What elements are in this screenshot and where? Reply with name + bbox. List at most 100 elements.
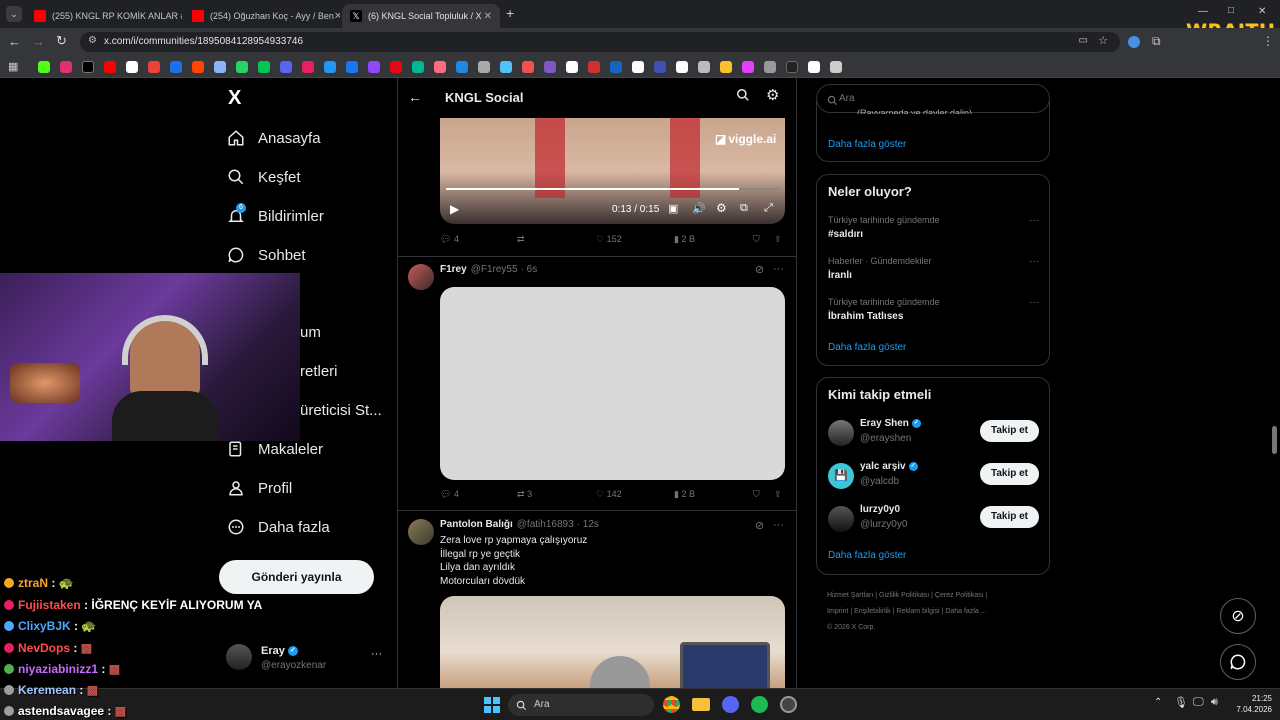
bookmark-icon[interactable] <box>412 61 424 73</box>
bookmark-icon[interactable] <box>368 61 380 73</box>
footer-link[interactable]: Reklam bilgisi <box>896 608 939 615</box>
bookmark-icon[interactable] <box>808 61 820 73</box>
extension-icon[interactable] <box>1128 36 1140 48</box>
show-more-link[interactable]: Daha fazla göster <box>828 139 906 150</box>
discord-icon[interactable] <box>722 696 739 713</box>
show-more-link[interactable]: Daha fazla göster <box>828 550 906 561</box>
bookmark-icon[interactable] <box>214 61 226 73</box>
apps-grid-icon[interactable]: ▦ <box>8 60 18 73</box>
install-icon[interactable]: ▭ <box>1079 35 1088 46</box>
close-icon[interactable]: ✕ <box>334 11 340 22</box>
share-icon[interactable]: ⇪ <box>774 234 782 245</box>
more-dots-icon[interactable]: ··· <box>773 263 784 275</box>
steam-icon[interactable] <box>780 696 797 713</box>
author-name[interactable]: F1rey <box>440 264 467 275</box>
tab-search-button[interactable]: ⌄ <box>6 6 22 22</box>
bookmark-icon[interactable] <box>390 61 402 73</box>
bookmark-icon[interactable] <box>566 61 578 73</box>
network-icon[interactable]: 🖵︎ <box>1193 696 1204 709</box>
reload-icon[interactable]: ↻ <box>56 33 67 49</box>
play-icon[interactable]: ▶ <box>450 202 459 216</box>
grok-icon[interactable]: ⊘ <box>755 519 764 532</box>
bookmark-icon[interactable] <box>764 61 776 73</box>
spotify-icon[interactable] <box>751 696 768 713</box>
nav-creator-studio-partial[interactable]: üreticisi St... <box>300 402 382 419</box>
nav-articles[interactable]: Makaleler <box>226 439 323 459</box>
grok-icon[interactable]: ⊘ <box>755 263 764 276</box>
like-button[interactable]: ♡ 142 <box>596 489 622 500</box>
chrome-icon[interactable] <box>663 696 680 713</box>
windows-start-icon[interactable] <box>484 697 500 713</box>
bookmark-icon[interactable] <box>82 61 94 73</box>
views-button[interactable]: ▮ 2 B <box>674 489 695 500</box>
post-image[interactable] <box>440 596 785 688</box>
x-logo[interactable]: X <box>228 87 241 110</box>
forward-arrow-icon[interactable]: → <box>32 34 45 49</box>
search-icon[interactable] <box>736 88 750 107</box>
folder-icon[interactable] <box>692 698 710 711</box>
window-minimize-button[interactable]: — <box>1198 6 1208 17</box>
bookmark-icon[interactable] <box>346 61 358 73</box>
account-switcher[interactable]: Eray ✓ @erayozkenar ··· <box>226 642 386 676</box>
bookmark-icon[interactable] <box>148 61 160 73</box>
follow-suggestion[interactable]: lurzy0y0 @lurzy0y0 Takip et <box>828 504 1043 536</box>
volume-icon[interactable]: 🔊︎ <box>1211 696 1218 709</box>
puzzle-icon[interactable]: ⧉ <box>1152 34 1161 49</box>
more-dots-icon[interactable]: ··· <box>1029 256 1039 267</box>
pip-icon[interactable]: ⧉ <box>740 202 748 215</box>
post-media-placeholder[interactable] <box>440 287 785 480</box>
clock[interactable]: 21:25 7.04.2026 <box>1232 693 1272 715</box>
window-maximize-button[interactable]: □ <box>1228 5 1234 16</box>
post-button[interactable]: Gönderi yayınla <box>219 560 374 594</box>
volume-icon[interactable]: 🔊 <box>692 202 706 215</box>
nav-communities-partial[interactable]: um <box>300 324 321 341</box>
nav-explore[interactable]: Keşfet <box>226 167 301 187</box>
footer-link[interactable]: Erişilebilirlik <box>854 608 891 615</box>
bookmark-icon[interactable] <box>38 61 50 73</box>
follow-suggestion[interactable]: 💾 yalc arşiv ✓ @yalcdb Takip et <box>828 461 1043 493</box>
video-player[interactable]: ◪ viggle.ai ▶ 0:13 / 0:15 ▣ 🔊 ⚙ ⧉ ⤢ <box>440 118 785 224</box>
bookmark-icon[interactable] <box>544 61 556 73</box>
bookmark-icon[interactable] <box>434 61 446 73</box>
menu-dots-icon[interactable]: ⋮ <box>1262 34 1274 48</box>
bookmark-icon[interactable] <box>170 61 182 73</box>
close-icon[interactable]: ✕ <box>484 11 492 22</box>
footer-link[interactable]: Çerez Politikası <box>935 592 984 599</box>
fullscreen-icon[interactable]: ⤢ <box>764 202 773 215</box>
bookmark-icon[interactable] <box>654 61 666 73</box>
bookmark-icon[interactable] <box>302 61 314 73</box>
share-icon[interactable]: ⇪ <box>774 489 782 500</box>
show-more-link[interactable]: Daha fazla göster <box>828 342 906 353</box>
bookmark-icon[interactable] <box>588 61 600 73</box>
follow-button[interactable]: Takip et <box>980 420 1039 442</box>
follow-button[interactable]: Takip et <box>980 506 1039 528</box>
tab-youtube-1[interactable]: (255) KNGL RP KOMİK ANLAR # ✕ <box>26 4 182 28</box>
footer-link[interactable]: Hizmet Şartları <box>827 592 873 599</box>
address-bar[interactable]: ⚙ x.com/i/communities/189508412895493374… <box>80 32 1120 52</box>
window-close-button[interactable]: ✕ <box>1258 6 1266 17</box>
account-more-icon[interactable]: ··· <box>371 648 382 660</box>
bookmark-icon[interactable] <box>60 61 72 73</box>
grok-fab[interactable]: ⊘ <box>1220 598 1256 634</box>
trend-item[interactable]: Haberler · Gündemdekiler İranlı ··· <box>828 256 1043 281</box>
nav-profile[interactable]: Profil <box>226 478 292 498</box>
author-name[interactable]: Pantolon Balığı <box>440 519 513 530</box>
nav-notifications[interactable]: 6 Bildirimler <box>226 203 324 226</box>
bookmark-icon[interactable] <box>104 61 116 73</box>
repost-button[interactable]: ⇄ 3 <box>517 489 532 500</box>
nav-more[interactable]: Daha fazla <box>226 517 330 537</box>
footer-link[interactable]: Imprint <box>827 608 848 615</box>
bookmark-icon[interactable] <box>280 61 292 73</box>
footer-link[interactable]: Daha fazla ... <box>945 608 986 615</box>
more-dots-icon[interactable]: ··· <box>1029 297 1039 308</box>
repost-icon[interactable]: ⇄ <box>517 234 525 245</box>
follow-suggestion[interactable]: Eray Shen ✓ @erayshen Takip et <box>828 418 1043 450</box>
bookmark-icon[interactable] <box>258 61 270 73</box>
bookmark-icon[interactable] <box>478 61 490 73</box>
reply-button[interactable]: 💬︎ 4 <box>440 489 459 500</box>
back-arrow-icon[interactable]: ← <box>8 34 21 49</box>
trend-item[interactable]: Türkiye tarihinde gündemde İbrahim Tatlı… <box>828 297 1043 322</box>
trend-item[interactable]: Türkiye tarihinde gündemde #saldırı ··· <box>828 215 1043 240</box>
more-dots-icon[interactable]: ··· <box>1029 215 1039 226</box>
captions-icon[interactable]: ▣ <box>668 202 678 215</box>
